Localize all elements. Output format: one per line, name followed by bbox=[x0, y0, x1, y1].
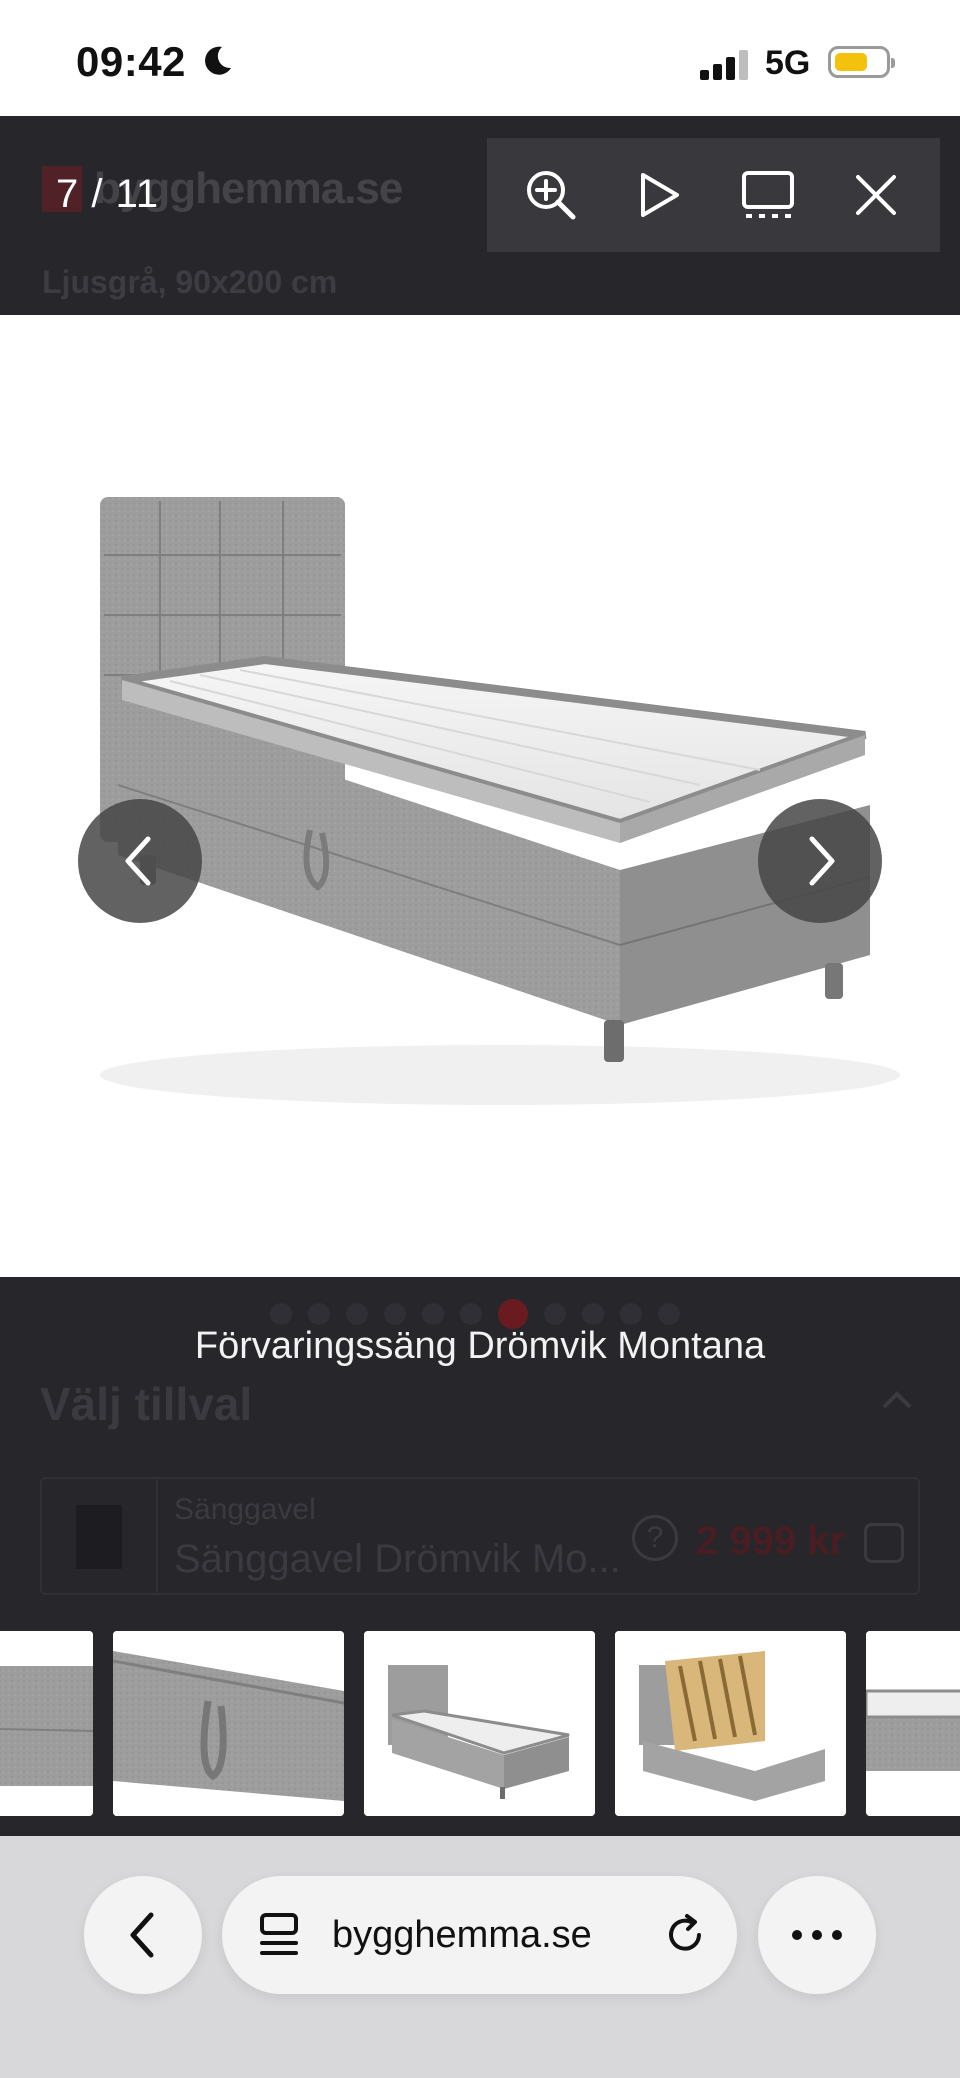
pagination-dot[interactable] bbox=[544, 1303, 566, 1325]
address-bar[interactable]: bygghemma.se bbox=[222, 1876, 737, 1994]
thumbnail-image bbox=[615, 1631, 846, 1816]
status-time: 09:42 bbox=[76, 38, 186, 85]
product-image bbox=[100, 497, 900, 1105]
page-menu-icon[interactable] bbox=[258, 1911, 302, 1959]
more-icon bbox=[792, 1930, 842, 1940]
image-stage[interactable] bbox=[0, 315, 960, 1277]
moon-icon bbox=[205, 46, 231, 75]
zoom-in-icon bbox=[527, 171, 576, 220]
reload-icon[interactable] bbox=[663, 1913, 707, 1957]
pagination-dot[interactable] bbox=[620, 1303, 642, 1325]
pagination-dot[interactable] bbox=[658, 1303, 680, 1325]
browser-back-button[interactable] bbox=[84, 1876, 202, 1994]
status-bar: 09:42 5G bbox=[0, 0, 960, 116]
option-name: Sänggavel Drömvik Mo... bbox=[174, 1537, 621, 1581]
signal-icon bbox=[700, 48, 752, 80]
variant-text: Ljusgrå, 90x200 cm bbox=[42, 264, 338, 300]
zoom-in-button[interactable] bbox=[506, 150, 596, 240]
option-card: Sänggavel Sänggavel Drömvik Mo... ? 2 99… bbox=[40, 1477, 920, 1595]
network-type: 5G bbox=[765, 44, 811, 82]
battery-icon bbox=[828, 46, 895, 78]
help-icon: ? bbox=[632, 1515, 678, 1561]
pagination-dot[interactable] bbox=[308, 1303, 330, 1325]
browser-toolbar: bygghemma.se bbox=[0, 1836, 960, 2078]
thumbnails-icon bbox=[741, 171, 794, 218]
chevron-left-icon bbox=[130, 1912, 154, 1958]
close-button[interactable] bbox=[831, 150, 921, 240]
thumbnail-image bbox=[113, 1631, 344, 1816]
pagination-dot[interactable] bbox=[346, 1303, 368, 1325]
image-counter: 7 / 11 bbox=[56, 172, 160, 216]
thumbnail-item[interactable] bbox=[615, 1631, 846, 1816]
play-icon bbox=[641, 173, 680, 217]
option-price: 2 999 kr bbox=[696, 1519, 846, 1563]
previous-image-button[interactable] bbox=[78, 799, 202, 923]
options-section-title: Välj tillval bbox=[40, 1378, 253, 1430]
close-icon bbox=[855, 175, 896, 215]
thumbnail-item[interactable] bbox=[113, 1631, 344, 1816]
thumbnail-item[interactable] bbox=[866, 1631, 960, 1816]
option-thumbnail bbox=[76, 1505, 122, 1569]
thumbnail-item-active[interactable] bbox=[364, 1631, 595, 1816]
url-text: bygghemma.se bbox=[332, 1913, 592, 1956]
pagination-dot[interactable] bbox=[384, 1303, 406, 1325]
chevron-left-icon bbox=[125, 836, 151, 886]
viewer-header: bygghemma.se Ljusgrå, 90x200 cm 7 / 11 bbox=[0, 116, 960, 315]
pagination-dot[interactable] bbox=[460, 1303, 482, 1325]
pagination-dot[interactable] bbox=[422, 1303, 444, 1325]
image-caption: Förvaringssäng Drömvik Montana bbox=[194, 1325, 766, 1367]
pagination-dot[interactable] bbox=[270, 1303, 292, 1325]
caption-band: Förvaringssäng Drömvik Montana Välj till… bbox=[0, 1277, 960, 1631]
thumbnail-image bbox=[364, 1631, 595, 1816]
option-label: Sänggavel bbox=[174, 1493, 316, 1526]
thumbnails-button[interactable] bbox=[723, 150, 813, 240]
thumbnail-image bbox=[0, 1631, 93, 1816]
option-checkbox bbox=[864, 1523, 904, 1563]
more-options-button[interactable] bbox=[758, 1876, 876, 1994]
thumbnail-item[interactable] bbox=[0, 1631, 93, 1816]
thumbnail-image bbox=[866, 1631, 960, 1816]
chevron-up-icon bbox=[882, 1391, 912, 1409]
viewer-toolbar bbox=[487, 138, 940, 252]
slideshow-button[interactable] bbox=[614, 150, 704, 240]
chevron-right-icon bbox=[809, 836, 835, 886]
option-divider bbox=[156, 1479, 158, 1593]
pagination-dot[interactable] bbox=[582, 1303, 604, 1325]
thumbnail-strip bbox=[0, 1631, 960, 1836]
next-image-button[interactable] bbox=[758, 799, 882, 923]
